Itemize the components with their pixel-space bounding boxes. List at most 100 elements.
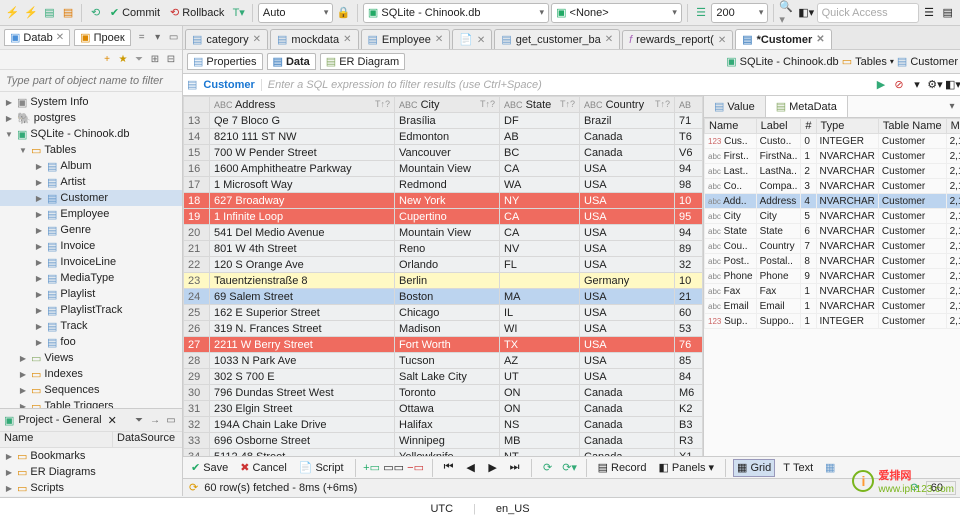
tab-value[interactable]: ▤Value [704,96,766,117]
tx-icon[interactable]: ⟲ [87,4,104,22]
close-icon[interactable]: ✕ [253,34,261,45]
table-row[interactable]: 31230 Elgin StreetOttawaONCanadaK2 [184,401,703,417]
tree-node[interactable]: ▶▭Views [0,350,182,366]
panels-button[interactable]: ◧Panels▾ [654,459,718,477]
refresh-icon[interactable]: ▾ [151,31,165,45]
grid-view-button[interactable]: ▦Grid [733,459,775,477]
meta-col[interactable]: Max L [946,119,960,134]
schema-combo[interactable]: ▣ <None> [551,3,682,23]
meta-col[interactable]: # [801,119,816,134]
close-icon[interactable]: ✕ [605,34,613,45]
col-extra[interactable]: AB [675,97,703,113]
disconnect-icon[interactable]: ⚡ [23,4,40,22]
meta-row[interactable]: abc CityCity5NVARCHARCustomer2,147,483 [705,209,960,224]
tree-node[interactable]: ▼▭Tables [0,142,182,158]
table-row[interactable]: 23Tauentzienstraße 8BerlinGermany10 [184,273,703,289]
table-row[interactable]: 32194A Chain Lake DriveHalifaxNSCanadaB3 [184,417,703,433]
expand-all-icon[interactable]: ⊞ [148,53,162,67]
meta-row[interactable]: abc First..FirstNa..1NVARCHARCustomer2,1… [705,149,960,164]
minimize-icon[interactable]: ▭ [164,413,178,427]
sql-editor-icon[interactable]: ▤ [41,4,58,22]
collapse-all-icon[interactable]: ⊟ [164,53,178,67]
tree-node[interactable]: ▼▣SQLite - Chinook.db [0,126,182,142]
object-filter-input[interactable] [0,70,182,92]
editor-tab[interactable]: ▤category✕ [185,29,268,49]
history-filter-icon[interactable]: ▾ [908,76,926,94]
meta-row[interactable]: abc EmailEmail1NVARCHARCustomer2,147,483 [705,299,960,314]
table-row[interactable]: 18627 BroadwayNew YorkNYUSA10 [184,193,703,209]
table-row[interactable]: 22120 S Orange AveOrlandoFLUSA32 [184,257,703,273]
sql-editor-open-icon[interactable]: ▤ [60,4,77,22]
quick-access-input[interactable]: Quick Access [817,3,919,23]
tree-node[interactable]: ▶🐘postgres [0,110,182,126]
save-button[interactable]: ✔Save [187,459,232,477]
data-grid[interactable]: ABC AddressT↑? ABC CityT↑? ABC StateT↑? … [183,96,704,456]
meta-row[interactable]: abc PhonePhone9NVARCHARCustomer2,147,483 [705,269,960,284]
tree-node[interactable]: ▶▭Sequences [0,382,182,398]
meta-row[interactable]: abc FaxFax1NVARCHARCustomer2,147,483 [705,284,960,299]
meta-col[interactable]: Label [756,119,801,134]
tree-table-customer[interactable]: ▶▤Customer [0,190,182,206]
proj-filter-icon[interactable]: ⏷ [132,413,146,427]
editor-tab[interactable]: ▤Employee✕ [361,29,451,49]
project-item[interactable]: ▶▭Scripts [0,480,182,496]
perspective-icon[interactable]: ☰ [921,4,938,22]
table-row[interactable]: 25162 E Superior StreetChicagoILUSA60 [184,305,703,321]
tab-metadata[interactable]: ▤MetaData [766,96,848,117]
last-icon[interactable]: ⏭ [506,459,524,477]
table-row[interactable]: 29302 S 700 ESalt Lake CityUTUSA84 [184,369,703,385]
table-row[interactable]: 281033 N Park AveTucsonAZUSA85 [184,353,703,369]
editor-tab[interactable]: ▤get_customer_ba✕ [494,29,620,49]
col-country[interactable]: ABC CountryT↑? [580,97,675,113]
col-address[interactable]: ABC AddressT↑? [210,97,395,113]
close-icon[interactable]: ✕ [435,34,443,45]
tab-projects[interactable]: ▣Проек [74,29,130,46]
tree-table-foo[interactable]: ▶▤foo [0,334,182,350]
close-icon[interactable]: ✕ [718,35,726,46]
tx-dropdown-icon[interactable]: T▾ [230,4,247,22]
project-item[interactable]: ▶▭ER Diagrams [0,464,182,480]
close-icon[interactable]: ✕ [343,34,351,45]
new-conn-icon[interactable]: + [100,53,114,67]
table-row[interactable]: 30796 Dundas Street WestTorontoONCanadaM… [184,385,703,401]
tree-table-invoiceline[interactable]: ▶▤InvoiceLine [0,254,182,270]
editor-tab[interactable]: ▤*Customer✕ [735,29,831,49]
refresh-menu-icon[interactable]: ⟳▾ [561,459,579,477]
next-icon[interactable]: ▶ [484,459,502,477]
tab-data[interactable]: ▤Data [267,53,316,70]
editor-tab[interactable]: ▤mockdata✕ [270,29,359,49]
mode-toggle-icon[interactable]: ◧▾ [798,4,815,22]
table-row[interactable]: 33696 Osborne StreetWinnipegMBCanadaR3 [184,433,703,449]
close-icon[interactable]: ✕ [108,414,117,427]
table-row[interactable]: 13Qe 7 Bloco GBrasíliaDFBrazil71 [184,113,703,129]
meta-col[interactable]: Table Name [878,119,946,134]
settings-filter-icon[interactable]: ⚙▾ [926,76,944,94]
db-combo[interactable]: ▣ SQLite - Chinook.db [363,3,549,23]
tree-table-invoice[interactable]: ▶▤Invoice [0,238,182,254]
record-button[interactable]: ▤Record [594,459,651,477]
rows-icon[interactable]: ☰ [693,4,710,22]
tree-table-playlist[interactable]: ▶▤Playlist [0,286,182,302]
link-editor-icon[interactable]: = [135,31,149,45]
text-view-button[interactable]: TText [779,459,817,477]
toggle-panel-icon[interactable]: ◧▾ [944,76,960,94]
table-row[interactable]: 26319 N. Frances StreetMadisonWIUSA53 [184,321,703,337]
db-perspective-icon[interactable]: ▤ [939,4,956,22]
plug-icon[interactable]: ⚡ [4,4,21,22]
tree-table-album[interactable]: ▶▤Album [0,158,182,174]
tree-node[interactable]: ▶▭Indexes [0,366,182,382]
cancel-button[interactable]: ✖Cancel [236,459,290,477]
meta-row[interactable]: abc Add..Address4NVARCHARCustomer2,147,4… [705,194,960,209]
breadcrumb[interactable]: SQLite - Chinook.db [740,56,839,68]
editor-tab[interactable]: frewards_report(✕ [622,30,733,49]
col-city[interactable]: ABC CityT↑? [395,97,500,113]
tree-table-playlisttrack[interactable]: ▶▤PlaylistTrack [0,302,182,318]
close-icon[interactable]: ✕ [477,35,485,46]
tree-table-genre[interactable]: ▶▤Genre [0,222,182,238]
meta-col[interactable]: Name [705,119,757,134]
filter-star-icon[interactable]: ★ [116,53,130,67]
filter-input[interactable]: Enter a SQL expression to filter results… [262,79,872,91]
clear-filter-icon[interactable]: ⊘ [890,76,908,94]
table-row[interactable]: 15700 W Pender StreetVancouverBCCanadaV6 [184,145,703,161]
tree-table-track[interactable]: ▶▤Track [0,318,182,334]
